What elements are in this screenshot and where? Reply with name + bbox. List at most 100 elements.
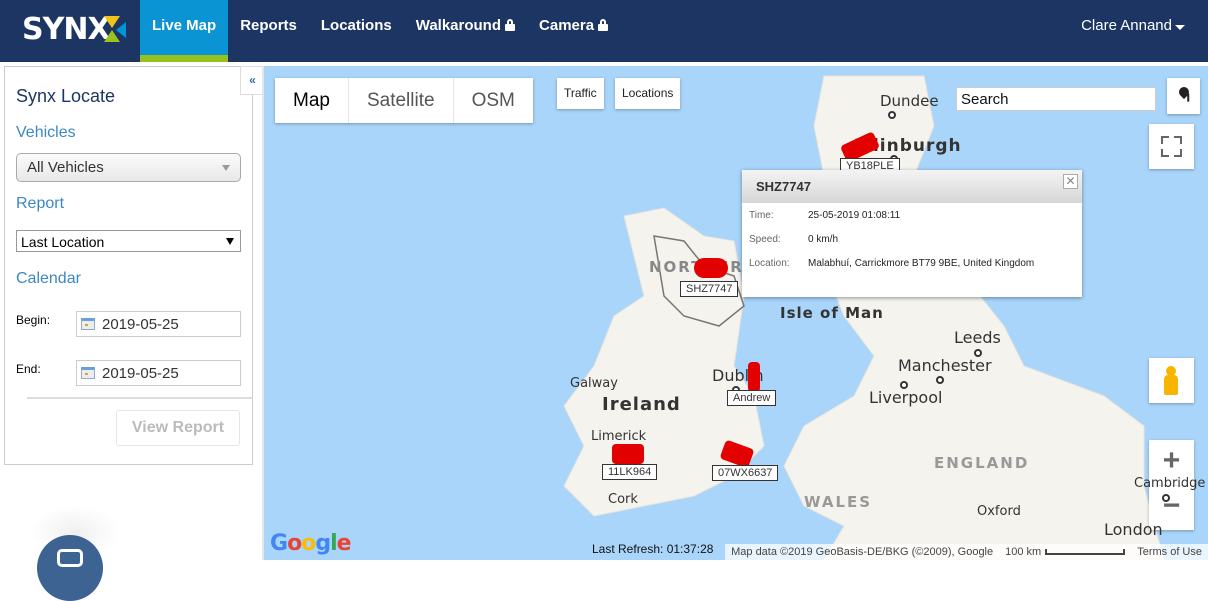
fullscreen-icon-corner bbox=[1174, 136, 1182, 144]
vehicle-label: 11LK964 bbox=[602, 464, 658, 480]
view-report-button[interactable]: View Report bbox=[116, 410, 240, 446]
place-label: Manchester bbox=[898, 356, 992, 375]
end-label: End: bbox=[16, 362, 41, 376]
vehicle-marker[interactable] bbox=[694, 258, 728, 278]
place-label: Cambridge bbox=[1134, 476, 1206, 491]
place-label: ENGLAND bbox=[934, 454, 1030, 472]
nav-live-map[interactable]: Live Map bbox=[140, 0, 229, 62]
google-logo[interactable]: Google bbox=[270, 531, 352, 556]
lock-icon bbox=[598, 19, 609, 31]
place-label: Dundee bbox=[880, 92, 939, 110]
lock-icon bbox=[505, 19, 516, 31]
end-date-input[interactable]: 2019-05-25 bbox=[76, 360, 241, 386]
map-landmass bbox=[563, 75, 1165, 560]
chevron-down-icon bbox=[226, 238, 234, 245]
nav-camera[interactable]: Camera bbox=[527, 0, 620, 62]
calendar-icon[interactable] bbox=[81, 367, 95, 379]
popup-speed-label: Speed: bbox=[749, 234, 781, 245]
begin-label: Begin: bbox=[16, 313, 51, 327]
report-select[interactable]: Last Location bbox=[16, 230, 241, 252]
city-dot bbox=[888, 111, 896, 119]
vehicle-info-popup: SHZ7747 ✕ Time: 25-05-2019 01:08:11 Spee… bbox=[742, 170, 1082, 297]
attribution-text: Map data ©2019 GeoBasis-DE/BKG (©2009), … bbox=[731, 546, 994, 558]
report-select-value: Last Location bbox=[21, 234, 105, 250]
begin-date-input[interactable]: 2019-05-25 bbox=[76, 311, 241, 337]
map-pin-icon bbox=[1176, 84, 1192, 100]
chat-icon bbox=[57, 549, 83, 567]
fullscreen-button[interactable] bbox=[1149, 124, 1194, 169]
nav-label: Locations bbox=[320, 17, 392, 34]
nav-walkaround[interactable]: Walkaround bbox=[404, 0, 527, 62]
fullscreen-icon bbox=[1161, 136, 1169, 144]
synx-logo[interactable]: SYNX bbox=[22, 10, 126, 50]
logo-text: SYNX bbox=[22, 12, 111, 47]
place-label: Liverpool bbox=[869, 388, 943, 407]
city-dot bbox=[1162, 494, 1170, 502]
fullscreen-icon-corner bbox=[1174, 149, 1182, 157]
chevron-down-icon bbox=[222, 165, 230, 171]
map-search-input[interactable] bbox=[956, 87, 1156, 111]
begin-date-value: 2019-05-25 bbox=[102, 316, 179, 333]
popup-location-value: Malabhuí, Carrickmore BT79 9BE, United K… bbox=[808, 258, 1035, 269]
map-canvas[interactable]: Map Satellite OSM Traffic Locations + − … bbox=[264, 66, 1208, 560]
popup-time-label: Time: bbox=[749, 210, 774, 221]
divider bbox=[27, 397, 253, 399]
pegman-body bbox=[1164, 375, 1178, 395]
last-refresh: Last Refresh: 01:37:28 bbox=[592, 542, 714, 556]
place-label: WALES bbox=[804, 493, 873, 511]
place-label: Galway bbox=[570, 376, 618, 391]
fullscreen-icon-corner bbox=[1161, 149, 1169, 157]
caret-down-icon[interactable] bbox=[1175, 25, 1185, 30]
calendar-icon[interactable] bbox=[81, 318, 95, 330]
locations-button[interactable]: Locations bbox=[615, 78, 681, 109]
map-type-osm[interactable]: OSM bbox=[454, 78, 533, 123]
map-type-control: Map Satellite OSM bbox=[275, 78, 533, 123]
main-nav: Live Map Reports Locations Walkaround Ca… bbox=[140, 0, 620, 62]
end-date-value: 2019-05-25 bbox=[102, 365, 179, 382]
vehicle-label: SHZ7747 bbox=[680, 281, 739, 297]
scale-bar[interactable]: 100 km bbox=[1005, 546, 1126, 558]
terms-link[interactable]: Terms of Use bbox=[1137, 546, 1202, 558]
nav-locations[interactable]: Locations bbox=[309, 0, 404, 62]
popup-location-label: Location: bbox=[749, 258, 790, 269]
traffic-button[interactable]: Traffic bbox=[557, 78, 604, 109]
nav-label: Live Map bbox=[152, 17, 217, 34]
nav-reports[interactable]: Reports bbox=[228, 0, 309, 62]
collapse-sidebar-button[interactable]: « bbox=[240, 66, 264, 95]
vehicles-heading: Vehicles bbox=[16, 124, 76, 141]
vehicles-select[interactable]: All Vehicles bbox=[16, 153, 241, 182]
popup-speed-value: 0 km/h bbox=[808, 234, 839, 245]
nav-label: Walkaround bbox=[415, 17, 502, 34]
scale-label: 100 km bbox=[1005, 546, 1042, 558]
top-navbar: SYNX Live Map Reports Locations Walkarou… bbox=[0, 0, 1208, 62]
report-heading: Report bbox=[16, 195, 65, 212]
calendar-heading: Calendar bbox=[16, 270, 81, 287]
map-attribution: Map data ©2019 GeoBasis-DE/BKG (©2009), … bbox=[725, 544, 1208, 560]
place-label: Ireland bbox=[602, 394, 681, 415]
city-dot bbox=[936, 376, 944, 384]
vehicle-label: Andrew bbox=[727, 390, 777, 406]
vehicle-marker[interactable] bbox=[612, 444, 644, 464]
pin-button[interactable] bbox=[1167, 78, 1200, 114]
chat-button[interactable] bbox=[37, 535, 103, 601]
map-type-satellite[interactable]: Satellite bbox=[349, 78, 454, 123]
popup-time-value: 25-05-2019 01:08:11 bbox=[808, 210, 901, 221]
logo-mark-blue bbox=[116, 22, 126, 38]
place-label: Leeds bbox=[954, 328, 1001, 347]
scale-line bbox=[1045, 549, 1126, 555]
place-label: Isle of Man bbox=[780, 304, 884, 322]
nav-label: Reports bbox=[240, 17, 297, 34]
nav-label: Camera bbox=[539, 17, 595, 34]
vehicle-label: 07WX6637 bbox=[712, 465, 779, 481]
close-icon[interactable]: ✕ bbox=[1063, 174, 1078, 189]
popup-title: SHZ7747 bbox=[742, 170, 1082, 203]
vehicles-select-value: All Vehicles bbox=[27, 159, 104, 176]
street-view-pegman[interactable] bbox=[1149, 358, 1194, 403]
place-label: London bbox=[1104, 520, 1163, 539]
place-label: Limerick bbox=[591, 429, 647, 444]
sidebar-title: Synx Locate bbox=[16, 86, 116, 106]
place-label: Oxford bbox=[977, 504, 1021, 519]
vehicle-marker[interactable] bbox=[748, 362, 760, 392]
user-menu[interactable]: Clare Annand bbox=[1081, 17, 1172, 34]
map-type-map[interactable]: Map bbox=[275, 78, 349, 123]
